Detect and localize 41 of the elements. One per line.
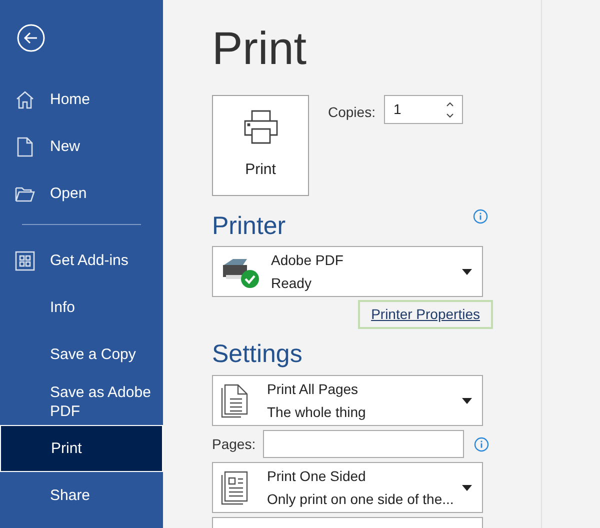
pages-field[interactable]: [263, 430, 464, 458]
section-heading: Settings: [212, 339, 304, 369]
nav-item[interactable]: Get Add-ins: [0, 237, 163, 284]
caret-icon: [462, 268, 472, 274]
info-icon[interactable]: [474, 436, 489, 452]
info-icon[interactable]: [473, 209, 488, 224]
pages-icon: [221, 384, 249, 418]
settings-dropdown[interactable]: Print All Pages The whole thing: [212, 375, 483, 426]
printer-icon: [242, 109, 278, 146]
nav-item[interactable]: Save as Adobe PDF: [0, 378, 163, 425]
nav-item[interactable]: Home: [0, 76, 163, 123]
page-icon: [221, 470, 249, 504]
folder-icon: [15, 186, 35, 202]
dropdown-title: Print All Pages: [267, 380, 360, 399]
grid-icon: [15, 250, 35, 270]
nav-item[interactable]: Info: [0, 284, 163, 331]
document-icon: [17, 136, 33, 156]
nav-item[interactable]: New: [0, 123, 163, 170]
section-heading: Printer: [212, 211, 286, 241]
dropdown-title: Print One Sided: [267, 466, 367, 486]
spin-arrows-icon[interactable]: [446, 100, 454, 118]
nav-item[interactable]: Share: [0, 472, 163, 519]
caret-icon: [462, 398, 472, 404]
print-button[interactable]: Print: [212, 95, 309, 196]
copies-spinner[interactable]: 1: [384, 95, 464, 124]
printer-name: Adobe PDF: [271, 250, 344, 270]
pages-label: Pages:: [212, 434, 257, 454]
settings-dropdown[interactable]: Print One Sided Only print on one side of the...: [212, 462, 483, 513]
nav-item[interactable]: Save a Copy: [0, 331, 163, 378]
printer-dropdown[interactable]: Adobe PDF Ready: [212, 246, 483, 297]
nav-item[interactable]: Open: [0, 170, 163, 217]
page-title: Print: [212, 21, 308, 76]
home-icon: [15, 90, 35, 110]
printer-properties-link[interactable]: Printer Properties: [358, 300, 493, 329]
nav-item[interactable]: Print: [0, 425, 163, 472]
caret-icon: [462, 484, 472, 490]
printer-status: Ready: [271, 274, 312, 293]
back-icon[interactable]: [17, 24, 45, 52]
dropdown-subtitle: The whole thing: [267, 402, 367, 422]
copies-label: Copies:: [328, 103, 376, 122]
dropdown-subtitle: Only print on one side of the...: [267, 490, 455, 509]
